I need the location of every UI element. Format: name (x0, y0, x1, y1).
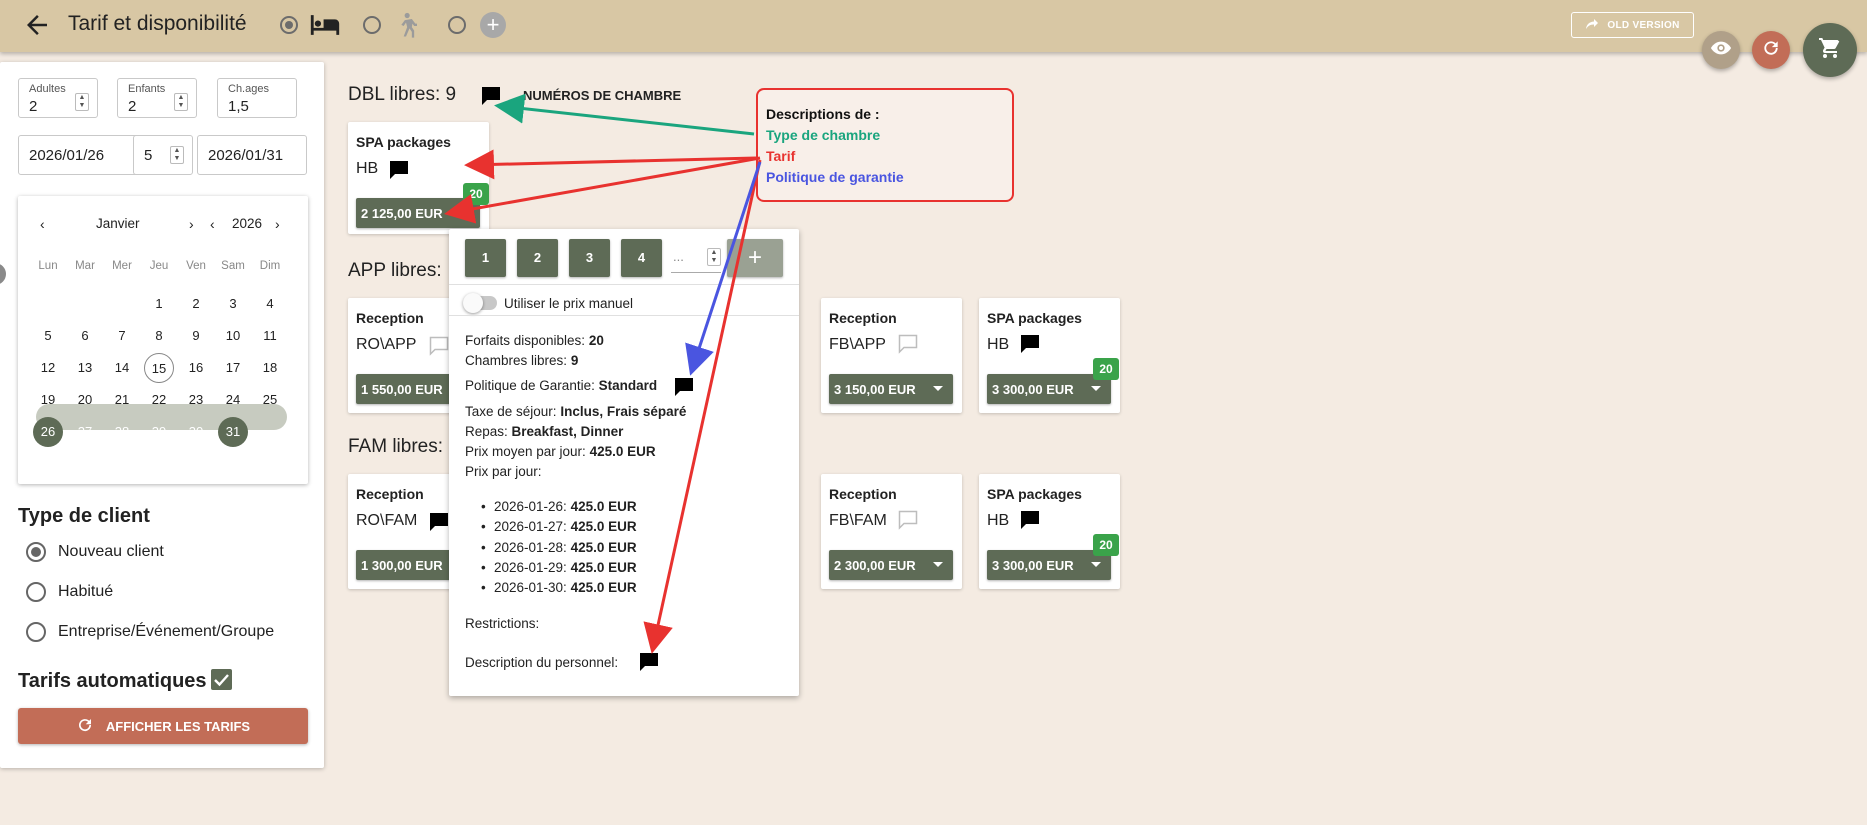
red-arrow-price (444, 156, 761, 224)
green-arrow (494, 93, 755, 136)
blue-arrow-garantie (685, 161, 762, 376)
annotation-arrows (444, 93, 762, 654)
red-arrow-personnel (643, 159, 762, 654)
red-arrow-rate (464, 149, 757, 180)
